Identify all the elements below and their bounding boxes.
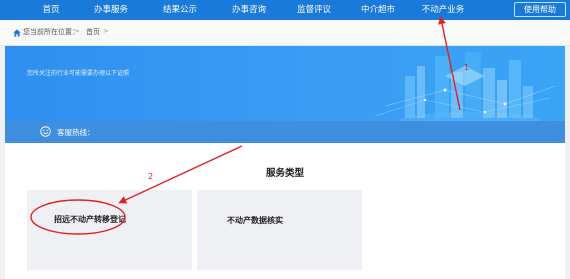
service-card-label: 不动产数据核实 — [227, 216, 283, 225]
nav-item-real-estate[interactable]: 不动产业务 — [422, 0, 465, 20]
breadcrumb-separator: > — [74, 27, 80, 35]
city-illustration — [374, 52, 556, 126]
service-types-panel: 服务类型 招远不动产转移登记 不动产数据核实 — [5, 143, 565, 279]
breadcrumb: 您当前所在位置： > 首页 > — [0, 20, 570, 46]
top-nav: 首页 办事服务 结果公示 办事咨询 监督评议 中介超市 不动产业务 使用帮助 — [0, 0, 570, 20]
breadcrumb-location-label: 您当前所在位置： — [23, 28, 79, 36]
service-card-transfer-registration[interactable]: 招远不动产转移登记 — [27, 190, 192, 270]
home-icon — [13, 29, 21, 37]
banner-text: 您所关注的行业可能需要办理以下证照 — [27, 70, 130, 77]
nav-item-home[interactable]: 首页 — [42, 0, 59, 20]
banner: 您所关注的行业可能需要办理以下证照 客服热线： — [5, 46, 565, 143]
breadcrumb-separator-end: > — [103, 27, 109, 35]
smile-icon — [40, 126, 51, 137]
nav-item-services[interactable]: 办事服务 — [94, 0, 128, 20]
annotation-step-1-number: 1 — [464, 63, 470, 72]
help-button[interactable]: 使用帮助 — [514, 2, 566, 17]
nav-item-supervision[interactable]: 监督评议 — [297, 0, 331, 20]
hotline-label: 客服热线： — [57, 128, 95, 137]
nav-item-consult[interactable]: 办事咨询 — [232, 0, 266, 20]
nav-item-agency-market[interactable]: 中介超市 — [361, 0, 395, 20]
nav-item-results[interactable]: 结果公示 — [163, 0, 197, 20]
service-card-label: 招远不动产转移登记 — [54, 215, 126, 224]
service-card-data-verification[interactable]: 不动产数据核实 — [197, 190, 362, 270]
section-title: 服务类型 — [265, 168, 304, 179]
breadcrumb-home-link[interactable]: 首页 — [86, 27, 100, 37]
hotline-bar: 客服热线： — [5, 121, 565, 143]
annotation-step-2-number: 2 — [148, 172, 154, 181]
